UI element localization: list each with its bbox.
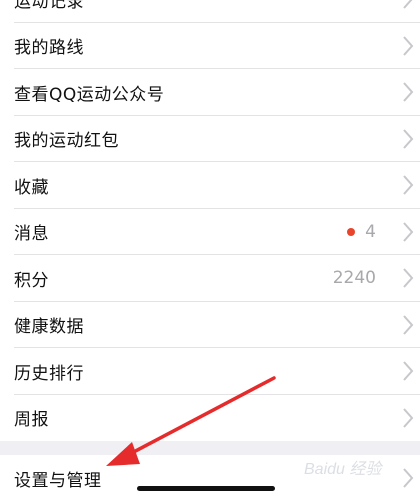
menu-item-messages[interactable]: 消息 4: [0, 208, 420, 255]
menu-item-official-account[interactable]: 查看QQ运动公众号: [0, 69, 420, 116]
menu-item-my-routes[interactable]: 我的路线: [0, 22, 420, 69]
menu-item-label: 消息: [14, 224, 49, 245]
menu-item-label: 我的路线: [14, 38, 84, 59]
message-count-value: 4: [365, 221, 376, 242]
menu-item-label: 运动记录: [14, 0, 84, 12]
menu-list: 运动记录 我的路线 查看QQ运动公众号 我的运动红包 收藏 消息 4 积分 22…: [0, 0, 420, 441]
menu-item-label: 积分: [14, 270, 49, 291]
chevron-right-icon: [403, 0, 413, 9]
menu-item-red-packets[interactable]: 我的运动红包: [0, 115, 420, 162]
settings-label: 设置与管理: [14, 470, 102, 491]
menu-item-label: 健康数据: [14, 317, 84, 338]
menu-item-health-data[interactable]: 健康数据: [0, 301, 420, 348]
menu-item-label: 我的运动红包: [14, 131, 119, 152]
chevron-right-icon: [403, 268, 414, 288]
chevron-right-icon: [403, 129, 414, 149]
menu-item-label: 查看QQ运动公众号: [14, 84, 165, 105]
menu-item-exercise-records[interactable]: 运动记录: [0, 0, 420, 23]
chevron-right-icon: [403, 408, 414, 428]
points-value: 2240: [332, 268, 376, 289]
menu-item-favorites[interactable]: 收藏: [0, 162, 420, 209]
menu-item-settings[interactable]: 设置与管理: [0, 455, 420, 500]
chevron-right-icon: [403, 315, 414, 335]
chevron-right-icon: [403, 222, 414, 242]
home-indicator[interactable]: [137, 486, 275, 491]
menu-item-points[interactable]: 积分 2240: [0, 255, 420, 302]
chevron-right-icon: [403, 36, 414, 56]
menu-item-label: 周报: [14, 410, 49, 431]
menu-item-label: 历史排行: [14, 363, 84, 384]
message-count: 4: [347, 222, 376, 242]
menu-item-history-ranking[interactable]: 历史排行: [0, 348, 420, 395]
screen: 运动记录 我的路线 查看QQ运动公众号 我的运动红包 收藏 消息 4 积分 22…: [0, 0, 420, 500]
chevron-right-icon: [403, 468, 414, 488]
unread-dot: [347, 227, 356, 236]
section-gap: [0, 442, 420, 455]
menu-item-label: 收藏: [14, 177, 49, 198]
chevron-right-icon: [403, 361, 414, 381]
menu-item-weekly-report[interactable]: 周报: [0, 394, 420, 441]
chevron-right-icon: [403, 175, 414, 195]
chevron-right-icon: [403, 82, 414, 102]
